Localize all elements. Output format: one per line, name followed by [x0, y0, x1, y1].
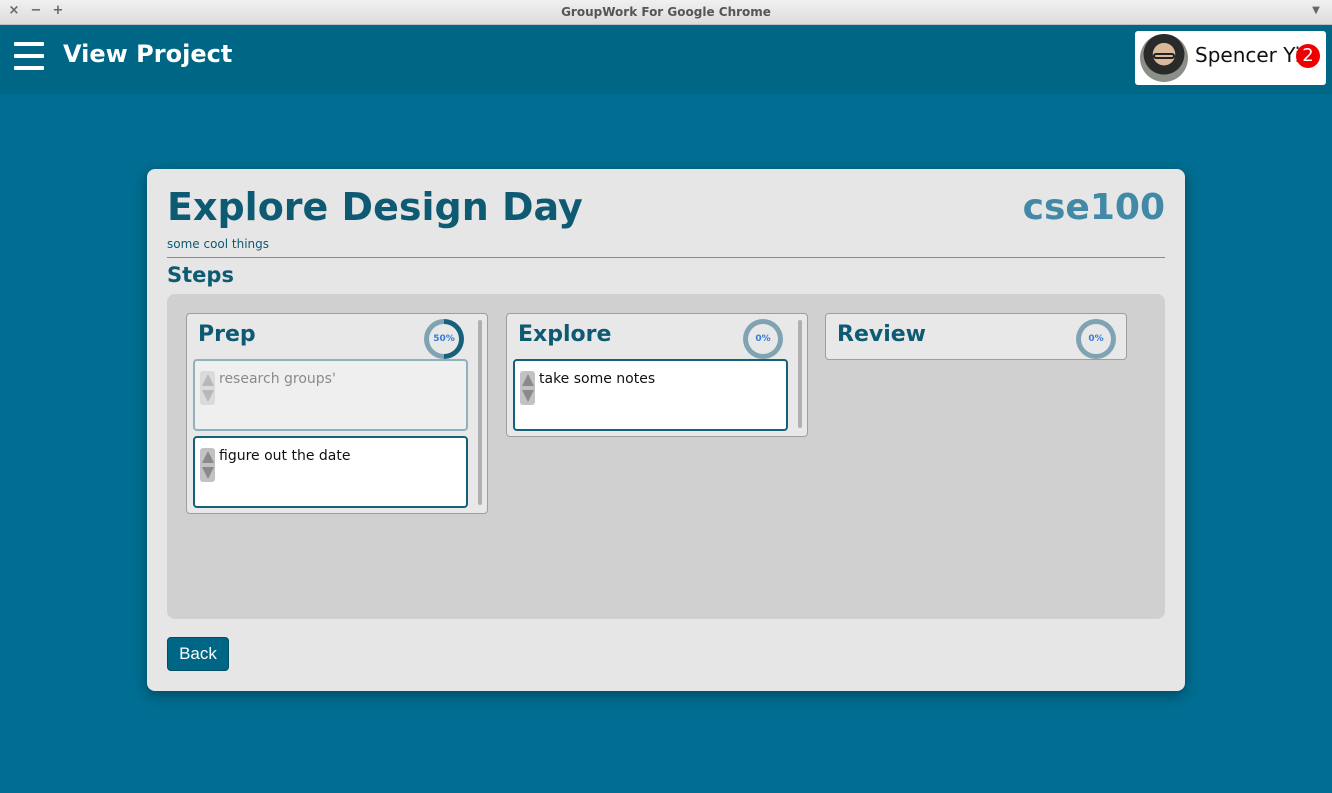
window-menu-icon[interactable]: ▼ — [1308, 3, 1324, 19]
progress-label: 0% — [1081, 324, 1111, 354]
task-text: research groups' — [219, 371, 336, 387]
step-column-review: Review 0% — [825, 313, 1127, 360]
column-scrollbar[interactable] — [478, 320, 482, 505]
avatar — [1140, 34, 1188, 82]
window-titlebar: × − + GroupWork For Google Chrome ▼ — [0, 0, 1332, 25]
app-header: View Project Spencer Yi 2 — [0, 25, 1332, 94]
column-scrollbar[interactable] — [798, 320, 802, 428]
step-column-prep: Prep 50% research groups' figure out the… — [186, 313, 488, 514]
step-column-explore: Explore 0% take some notes — [506, 313, 808, 437]
divider — [167, 257, 1165, 258]
task-card[interactable]: figure out the date — [193, 436, 468, 508]
steps-board: Prep 50% research groups' figure out the… — [167, 294, 1165, 619]
drag-handle-icon[interactable] — [200, 448, 215, 482]
task-card[interactable]: research groups' — [193, 359, 468, 431]
task-text: figure out the date — [219, 448, 351, 464]
progress-label: 0% — [748, 324, 778, 354]
user-name: Spencer Yi — [1195, 43, 1301, 67]
drag-handle-icon[interactable] — [520, 371, 535, 405]
window-title: GroupWork For Google Chrome — [561, 5, 771, 19]
project-card: Explore Design Day cse100 some cool thin… — [147, 169, 1185, 691]
back-button[interactable]: Back — [167, 637, 229, 671]
step-title: Explore — [518, 322, 612, 347]
progress-label: 50% — [429, 324, 459, 354]
drag-handle-icon[interactable] — [200, 371, 215, 405]
notification-badge[interactable]: 2 — [1296, 44, 1320, 68]
progress-ring: 0% — [743, 319, 783, 359]
steps-heading: Steps — [167, 263, 234, 287]
project-code: cse100 — [1022, 187, 1165, 228]
progress-ring: 0% — [1076, 319, 1116, 359]
step-title: Prep — [198, 322, 256, 347]
task-card[interactable]: take some notes — [513, 359, 788, 431]
user-menu[interactable]: Spencer Yi 2 — [1135, 31, 1326, 85]
step-title: Review — [837, 322, 926, 347]
menu-icon[interactable] — [14, 42, 44, 72]
task-text: take some notes — [539, 371, 656, 387]
project-title: Explore Design Day — [167, 185, 583, 229]
progress-ring: 50% — [424, 319, 464, 359]
project-description: some cool things — [167, 237, 270, 251]
page-title: View Project — [63, 40, 233, 68]
